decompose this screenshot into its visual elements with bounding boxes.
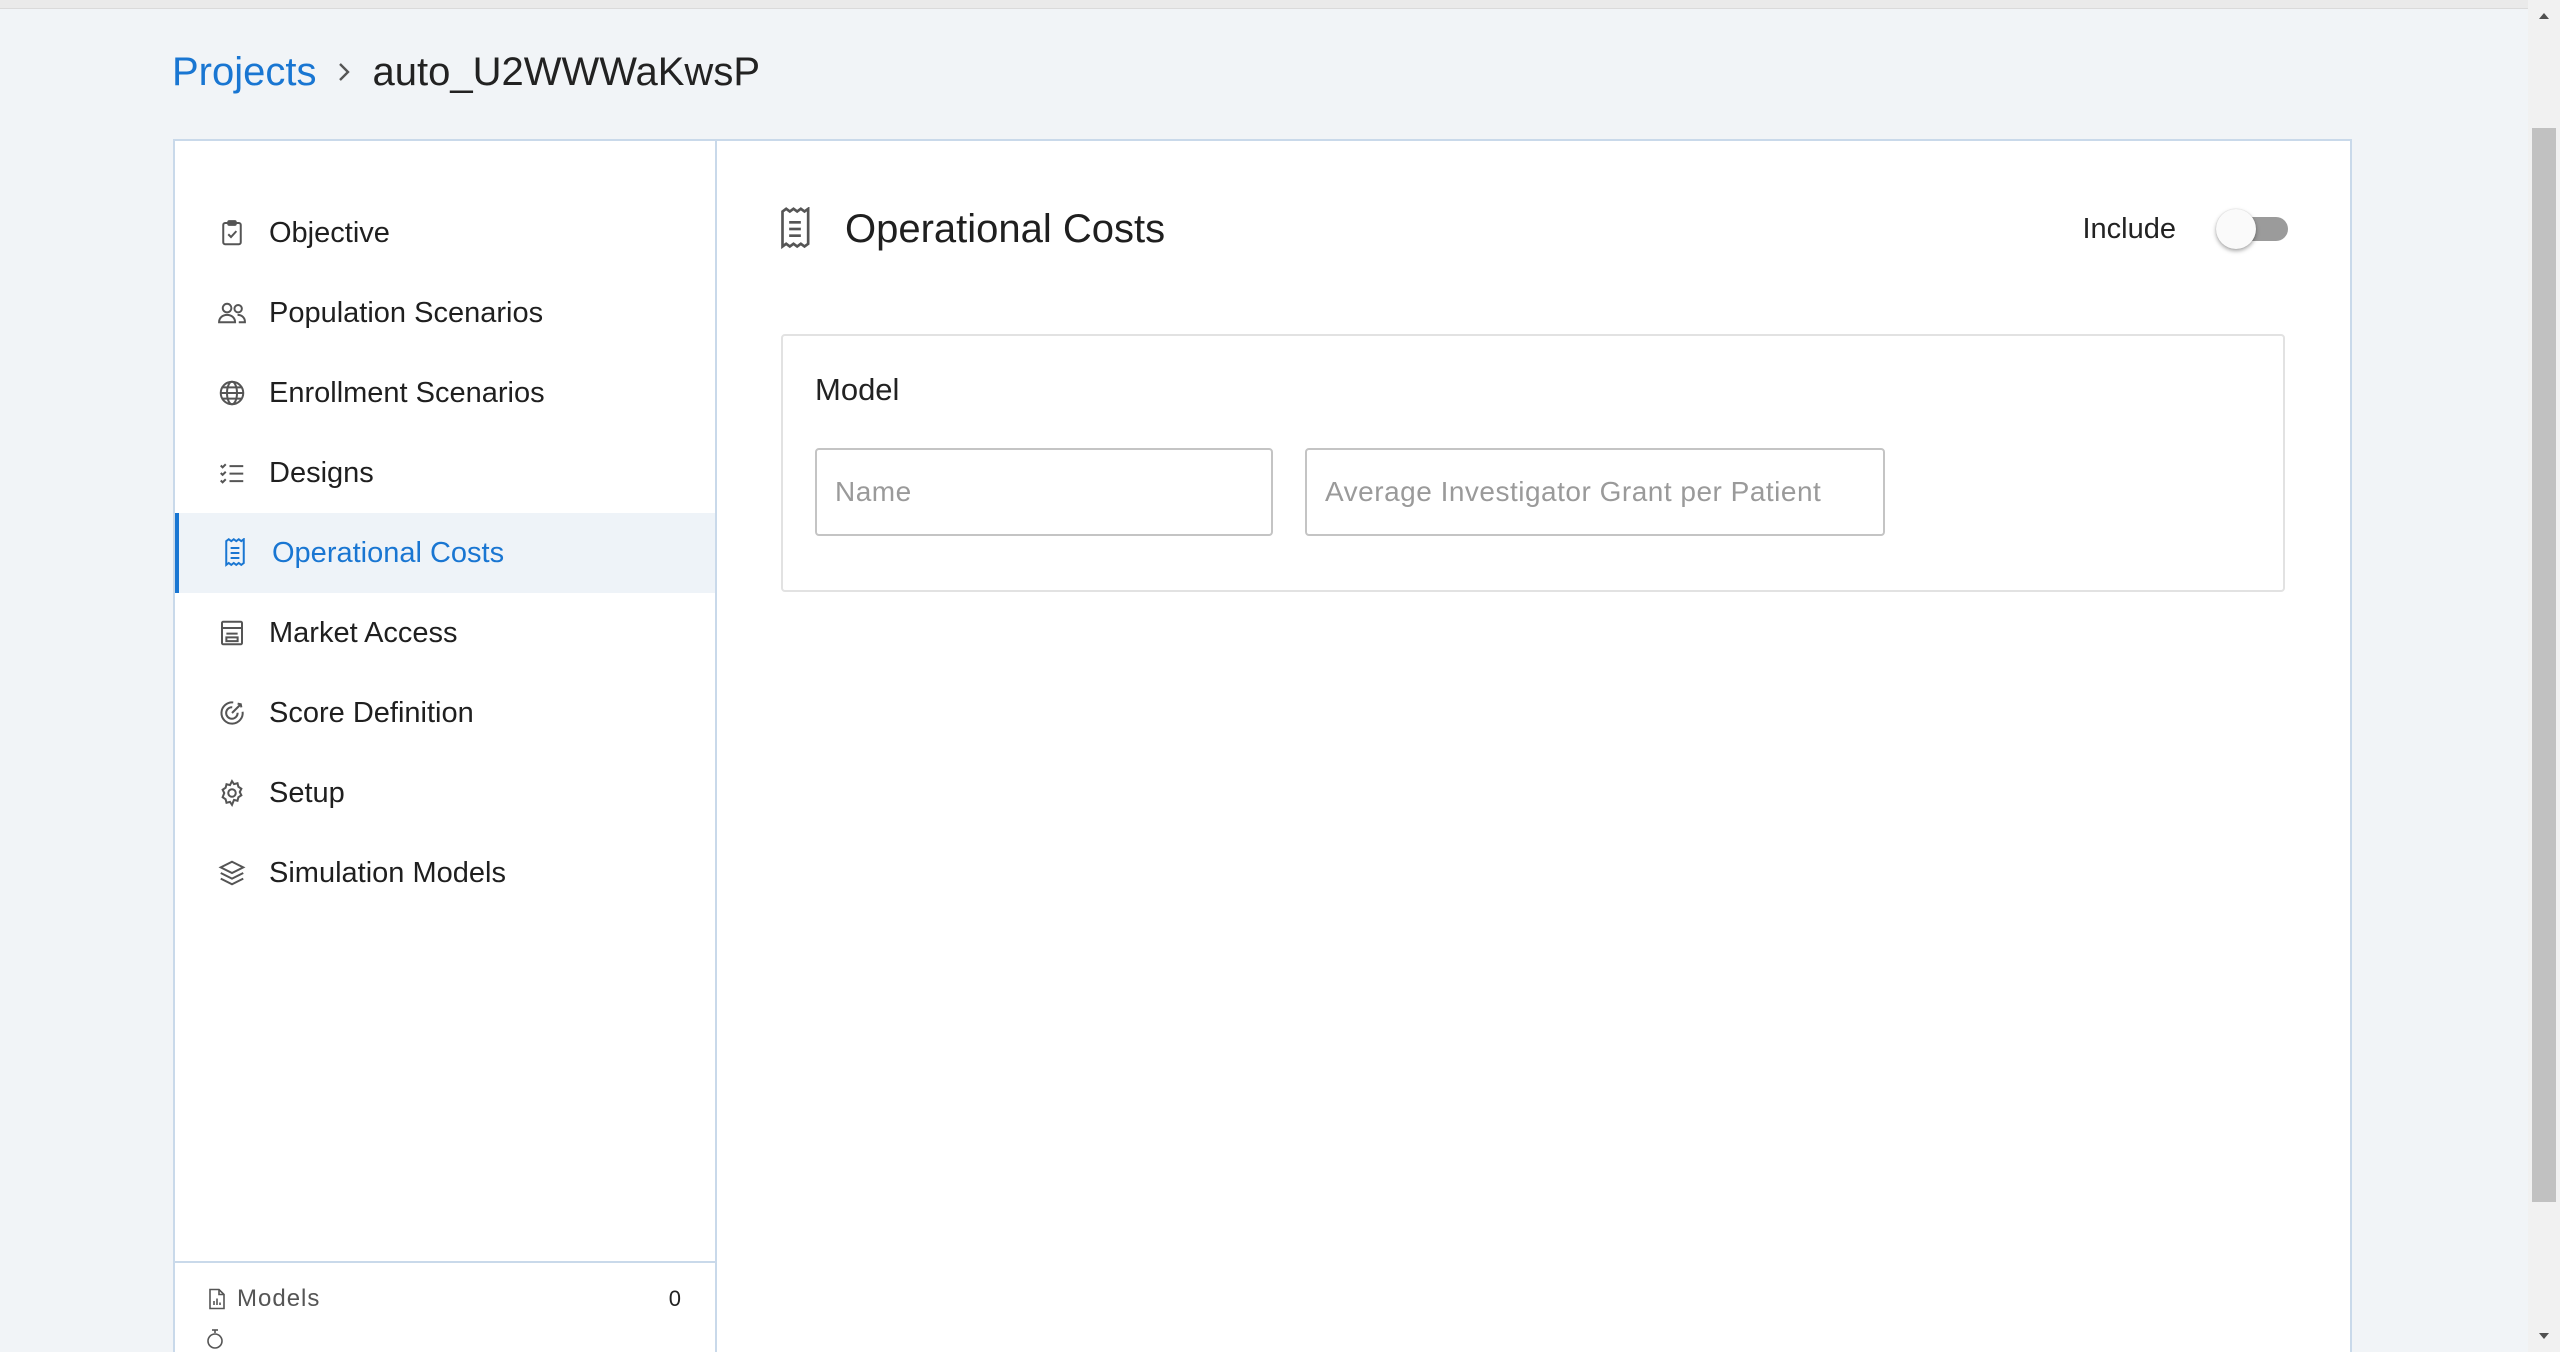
- target-icon: [215, 696, 249, 730]
- grant-field: [1305, 448, 1885, 536]
- layers-icon: [215, 856, 249, 890]
- sidebar-item-label: Designs: [269, 456, 374, 489]
- breadcrumb-projects-link[interactable]: Projects: [172, 44, 317, 100]
- sidebar-item-population-scenarios[interactable]: Population Scenarios: [175, 273, 715, 353]
- page: Projects auto_U2WWWaKwsP Objective Popul…: [0, 0, 2560, 1352]
- sidebar-item-setup[interactable]: Setup: [175, 753, 715, 833]
- models-count: 0: [668, 1286, 681, 1311]
- models-label: Models: [237, 1285, 321, 1312]
- sidebar-item-label: Enrollment Scenarios: [269, 376, 545, 409]
- sidebar-item-label: Operational Costs: [272, 536, 505, 569]
- people-icon: [215, 296, 249, 330]
- footer-next-row: [175, 1327, 715, 1352]
- toggle-thumb: [2216, 209, 2256, 249]
- sidebar-item-operational-costs[interactable]: Operational Costs: [175, 513, 715, 593]
- checklist-icon: [215, 456, 249, 490]
- timer-icon: [205, 1328, 225, 1352]
- include-label: Include: [2082, 212, 2176, 245]
- sidebar-item-score-definition[interactable]: Score Definition: [175, 673, 715, 753]
- content-header: Operational Costs Include: [717, 199, 2350, 259]
- model-section-title: Model: [815, 372, 900, 407]
- top-divider: [0, 0, 2528, 9]
- sidebar-item-label: Population Scenarios: [269, 296, 544, 329]
- gear-icon: [215, 776, 249, 810]
- sidebar-item-label: Simulation Models: [269, 856, 506, 889]
- receipt-icon: [218, 536, 252, 570]
- receipt-icon: [773, 207, 817, 251]
- chevron-right-icon: [329, 57, 359, 87]
- scroll-down-arrow-icon[interactable]: [2528, 1320, 2560, 1352]
- name-field: [815, 448, 1273, 536]
- breadcrumb: Projects auto_U2WWWaKwsP: [172, 44, 760, 100]
- sidebar-item-designs[interactable]: Designs: [175, 433, 715, 513]
- content-area: Operational Costs Include Model: [717, 141, 2350, 1352]
- sidebar-item-label: Setup: [269, 776, 345, 809]
- project-card: Objective Population Scenarios Enrollmen…: [173, 139, 2352, 1352]
- page-title: Operational Costs: [845, 206, 1166, 251]
- sidebar-item-objective[interactable]: Objective: [175, 193, 715, 273]
- vertical-scrollbar[interactable]: [2528, 0, 2560, 1352]
- document-form-icon: [215, 616, 249, 650]
- breadcrumb-current-project: auto_U2WWWaKwsP: [372, 50, 761, 94]
- sidebar-footer: Models 0: [175, 1261, 715, 1352]
- sidebar: Objective Population Scenarios Enrollmen…: [175, 141, 717, 1352]
- models-count-row[interactable]: Models 0: [175, 1271, 715, 1327]
- sidebar-nav: Objective Population Scenarios Enrollmen…: [175, 193, 715, 913]
- globe-icon: [215, 376, 249, 410]
- file-chart-icon: [205, 1287, 229, 1311]
- sidebar-item-label: Objective: [269, 216, 390, 249]
- sidebar-item-enrollment-scenarios[interactable]: Enrollment Scenarios: [175, 353, 715, 433]
- sidebar-item-label: Market Access: [269, 616, 458, 649]
- model-panel: Model: [781, 334, 2285, 592]
- sidebar-item-simulation-models[interactable]: Simulation Models: [175, 833, 715, 913]
- name-input[interactable]: [817, 450, 1271, 534]
- scrollbar-thumb[interactable]: [2532, 128, 2556, 1202]
- sidebar-item-label: Score Definition: [269, 696, 474, 729]
- include-toggle[interactable]: [2216, 209, 2288, 249]
- include-toggle-group: Include: [2082, 199, 2288, 259]
- sidebar-item-market-access[interactable]: Market Access: [175, 593, 715, 673]
- clipboard-check-icon: [215, 216, 249, 250]
- average-investigator-grant-input[interactable]: [1307, 450, 1883, 534]
- scroll-up-arrow-icon[interactable]: [2528, 0, 2560, 32]
